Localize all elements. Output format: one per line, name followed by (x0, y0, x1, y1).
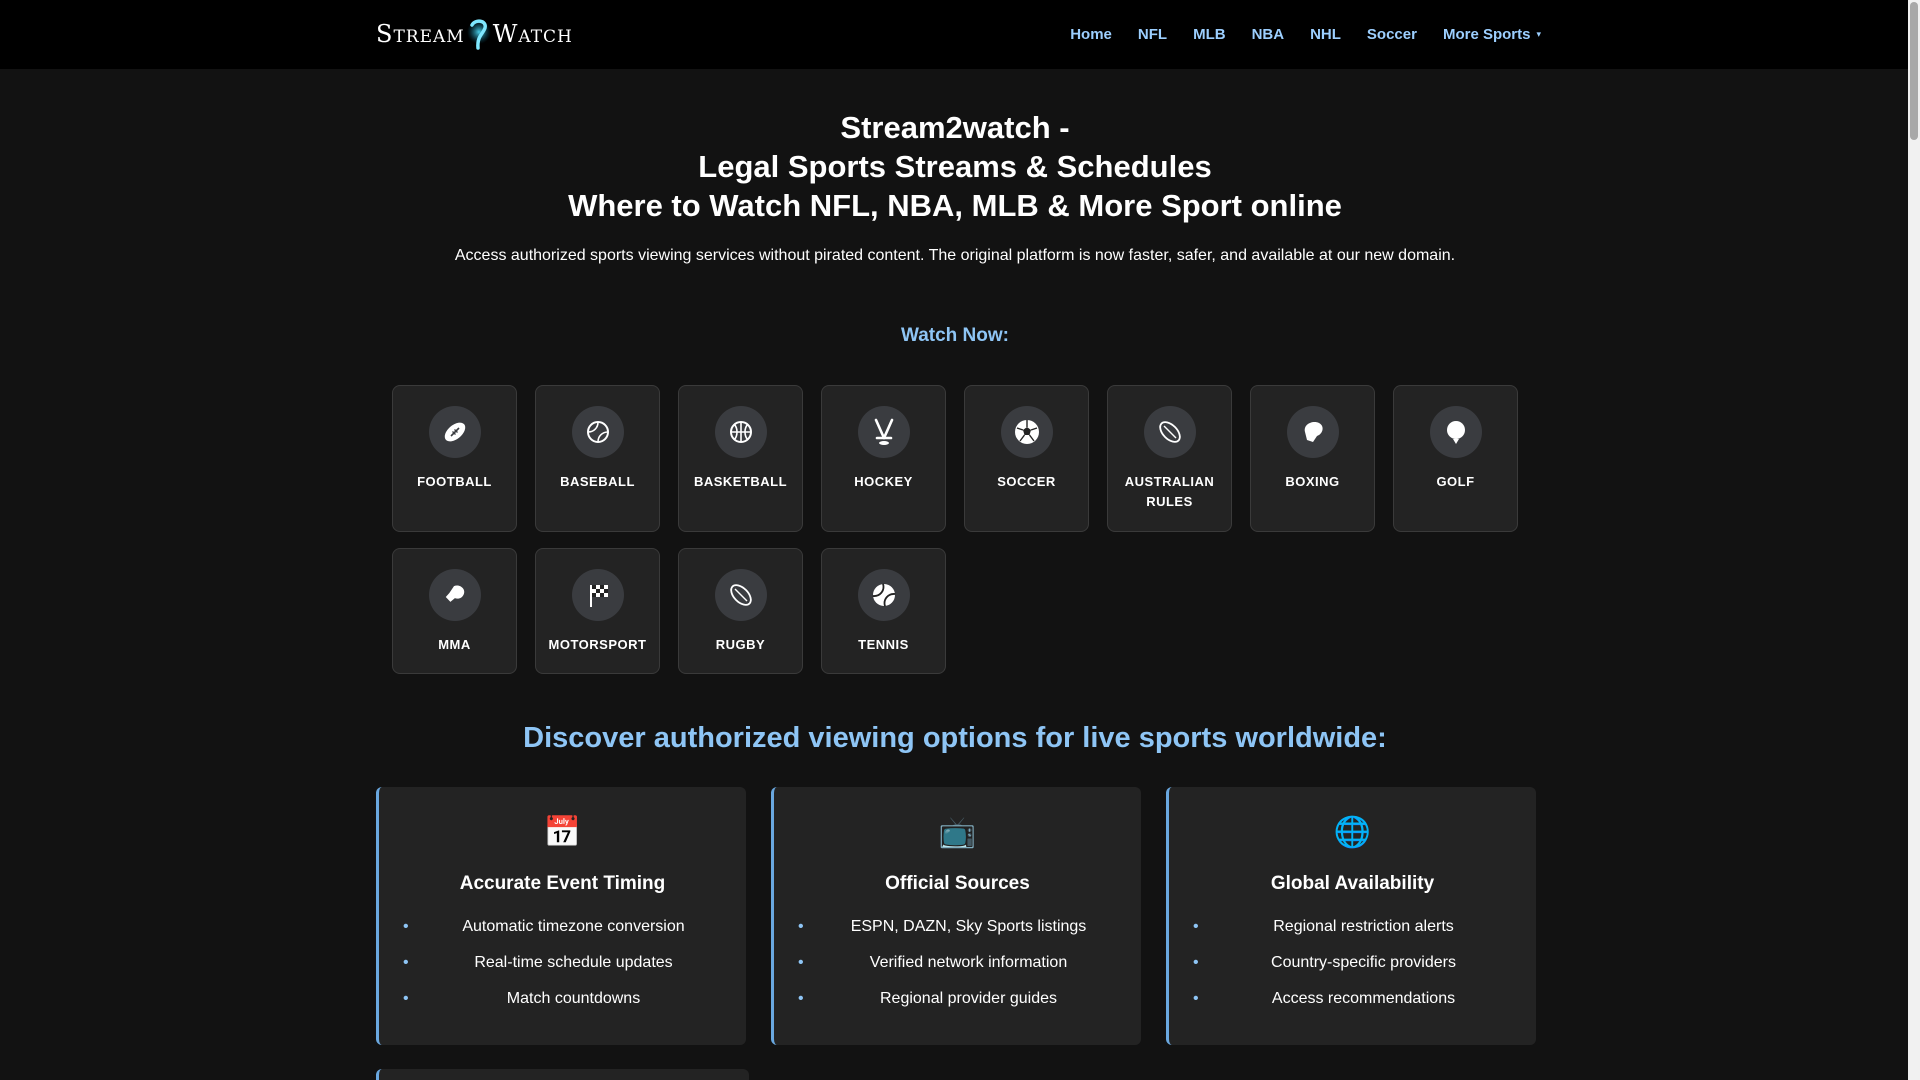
page-title-line-2: Legal Sports Streams & Schedules (698, 149, 1212, 184)
page-scrollbar[interactable] (1908, 0, 1920, 1080)
sport-label: GOLF (1436, 474, 1475, 489)
scrollbar-thumb[interactable] (1910, 2, 1918, 140)
feature-list: Automatic timezone conversion Real-time … (379, 918, 746, 1026)
sport-card-mma[interactable]: MMA (392, 548, 517, 674)
list-item: Match countdowns (379, 990, 746, 1026)
list-item: ESPN, DAZN, Sky Sports listings (774, 918, 1141, 954)
boxing-glove-icon (1286, 406, 1339, 458)
sport-card-football[interactable]: FOOTBALL (392, 385, 517, 532)
nav-nba[interactable]: NBA (1252, 26, 1285, 43)
sport-label: SOCCER (997, 474, 1056, 489)
feature-card-partial (376, 1069, 749, 1080)
nav-nfl[interactable]: NFL (1138, 26, 1167, 43)
logo-text-left: Stream (376, 20, 465, 48)
list-item: Country-specific providers (1169, 954, 1536, 990)
sport-card-golf[interactable]: GOLF (1393, 385, 1518, 532)
nav-mlb-label: MLB (1193, 26, 1226, 43)
rugby-ball-icon (714, 569, 767, 621)
australian-rules-ball-icon (1143, 406, 1196, 458)
sport-label: AUSTRALIAN RULES (1124, 474, 1215, 509)
chevron-down-icon: ▾ (1536, 29, 1541, 39)
page: Stream Watch Home NFL MLB NBA NHL Soccer… (0, 0, 1920, 1080)
list-item: Automatic timezone conversion (379, 918, 746, 954)
nav-more-sports-label: More Sports (1442, 26, 1531, 43)
sport-label: TENNIS (858, 637, 909, 652)
list-item: Verified network information (774, 954, 1141, 990)
nav-more-sports-dropdown[interactable]: More Sports ▾ (1443, 26, 1541, 43)
list-item: Regional restriction alerts (1169, 918, 1536, 954)
nav-nhl-label: NHL (1310, 26, 1341, 43)
sport-label: HOCKEY (854, 474, 913, 489)
page-title-line-1: Stream2watch - (840, 110, 1070, 145)
nav-nhl[interactable]: NHL (1310, 26, 1341, 43)
feature-card-global-availability: 🌐 Global Availability Regional restricti… (1166, 787, 1536, 1045)
feature-card-official-sources: 📺 Official Sources ESPN, DAZN, Sky Sport… (771, 787, 1141, 1045)
globe-icon: 🌐 (1333, 816, 1372, 849)
watch-now-heading: Watch Now: (900, 325, 1009, 346)
sport-label: BASEBALL (560, 474, 635, 489)
hockey-icon (857, 406, 910, 458)
stream2watch-logo-icon (466, 17, 491, 51)
main-nav: Home NFL MLB NBA NHL Soccer More Sports … (1070, 0, 1541, 69)
feature-list: Regional restriction alerts Country-spec… (1169, 918, 1536, 1026)
nav-soccer[interactable]: Soccer (1367, 26, 1417, 43)
feature-list: ESPN, DAZN, Sky Sports listings Verified… (774, 918, 1141, 1026)
nav-home-label: Home (1070, 26, 1112, 43)
nav-mlb[interactable]: MLB (1193, 26, 1226, 43)
site-header: Stream Watch Home NFL MLB NBA NHL Soccer… (0, 0, 1908, 69)
television-icon: 📺 (938, 816, 977, 849)
list-item: Access recommendations (1169, 990, 1536, 1026)
discover-heading: Discover authorized viewing options for … (523, 722, 1387, 754)
list-item: Regional provider guides (774, 990, 1141, 1026)
nav-nfl-label: NFL (1137, 26, 1168, 43)
soccer-ball-icon (1000, 406, 1053, 458)
sport-label: FOOTBALL (417, 474, 492, 489)
sport-card-australian-rules[interactable]: AUSTRALIAN RULES (1107, 385, 1232, 532)
nav-home[interactable]: Home (1070, 26, 1112, 43)
logo-text-right: Watch (492, 20, 573, 48)
feature-title: Global Availability (1270, 873, 1435, 894)
baseball-icon (571, 406, 624, 458)
sport-label: BASKETBALL (693, 474, 788, 489)
sport-label: MMA (438, 637, 471, 652)
tennis-ball-icon (857, 569, 910, 621)
site-logo[interactable]: Stream Watch (376, 14, 573, 54)
feature-card-event-timing: 📅 Accurate Event Timing Automatic timezo… (376, 787, 746, 1045)
page-subtitle: Access authorized sports viewing service… (454, 247, 1456, 264)
checkered-flag-icon (571, 569, 624, 621)
sport-card-basketball[interactable]: BASKETBALL (678, 385, 803, 532)
sport-label: MOTORSPORT (548, 637, 647, 652)
sport-card-baseball[interactable]: BASEBALL (535, 385, 660, 532)
feature-title: Official Sources (885, 873, 1030, 894)
sport-card-soccer[interactable]: SOCCER (964, 385, 1089, 532)
basketball-icon (714, 406, 767, 458)
mma-glove-icon (428, 569, 481, 621)
football-icon (428, 406, 481, 458)
list-item: Real-time schedule updates (379, 954, 746, 990)
calendar-icon: 📅 (543, 816, 582, 849)
page-title-line-3: Where to Watch NFL, NBA, MLB & More Spor… (568, 188, 1342, 223)
nav-nba-label: NBA (1251, 26, 1285, 43)
sport-card-motorsport[interactable]: MOTORSPORT (535, 548, 660, 674)
sport-card-boxing[interactable]: BOXING (1250, 385, 1375, 532)
sport-label: RUGBY (715, 637, 766, 652)
feature-title: Accurate Event Timing (459, 873, 666, 894)
sport-card-tennis[interactable]: TENNIS (821, 548, 946, 674)
sport-label: BOXING (1285, 474, 1340, 489)
nav-soccer-label: Soccer (1366, 26, 1417, 43)
sport-card-rugby[interactable]: RUGBY (678, 548, 803, 674)
page-title: Stream2watch - Legal Sports Streams & Sc… (0, 108, 1910, 225)
golf-ball-icon (1429, 406, 1482, 458)
sport-card-hockey[interactable]: HOCKEY (821, 385, 946, 532)
